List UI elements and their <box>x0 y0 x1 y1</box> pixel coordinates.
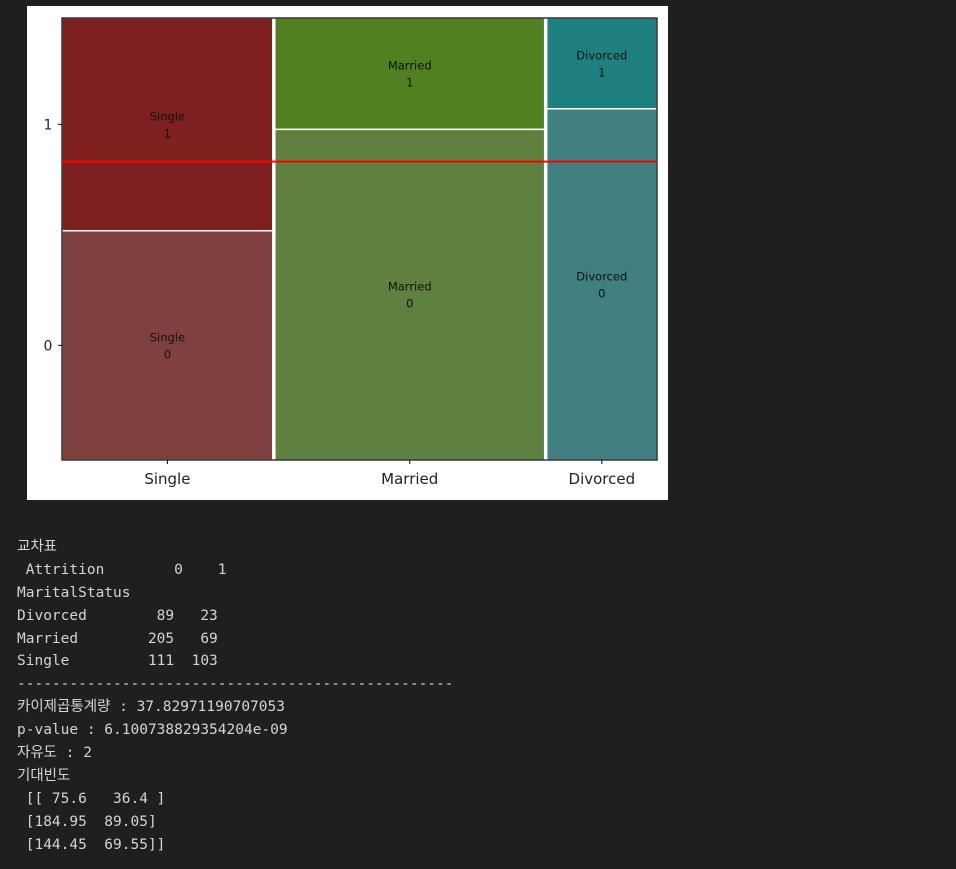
output-line: Attrition 0 1 <box>17 561 227 578</box>
output-line: Single 111 103 <box>17 653 218 670</box>
mosaic-tile-single-0 <box>61 229 274 461</box>
output-line: MaritalStatus <box>17 584 131 601</box>
output-line: p-value : 6.100738829354204e-09 <box>17 722 288 739</box>
y-tick-label: 0 <box>44 338 53 354</box>
mosaic-plot-figure: Single 0 Single 1 Single Married 0 Married 1 Marr… <box>27 6 668 500</box>
console-output: 교차표 Attrition 0 1 MaritalStatus Divorced 8… <box>17 536 454 856</box>
output-line: [184.95 89.05] <box>17 813 157 830</box>
output-line: 카이제곱통계량 : 37.82971190707053 <box>17 699 285 716</box>
output-line: [144.45 69.55]] <box>17 836 166 853</box>
mosaic-tile-married-1 <box>274 17 546 131</box>
output-line: 기대빈도 <box>17 767 71 784</box>
mosaic-tile-married-0 <box>274 128 546 461</box>
y-tick-label: 1 <box>44 117 53 133</box>
mosaic-tile-divorced-1 <box>545 17 658 110</box>
output-line: ----------------------------------------… <box>17 676 454 693</box>
output-line: [[ 75.6 36.4 ] <box>17 790 166 807</box>
mosaic-tile-single-1 <box>61 17 274 232</box>
mosaic-plot: Single 0Single 1SingleMarried 0Married 1Marr… <box>44 17 658 488</box>
output-line: Divorced 89 23 <box>17 607 218 624</box>
output-line: 교차표 <box>17 539 58 555</box>
x-tick-label: Divorced <box>569 470 636 488</box>
x-tick-label: Single <box>144 470 190 488</box>
output-line: Married 205 69 <box>17 630 218 647</box>
x-tick-label: Married <box>381 470 438 488</box>
output-line: 자유도 : 2 <box>17 745 92 762</box>
